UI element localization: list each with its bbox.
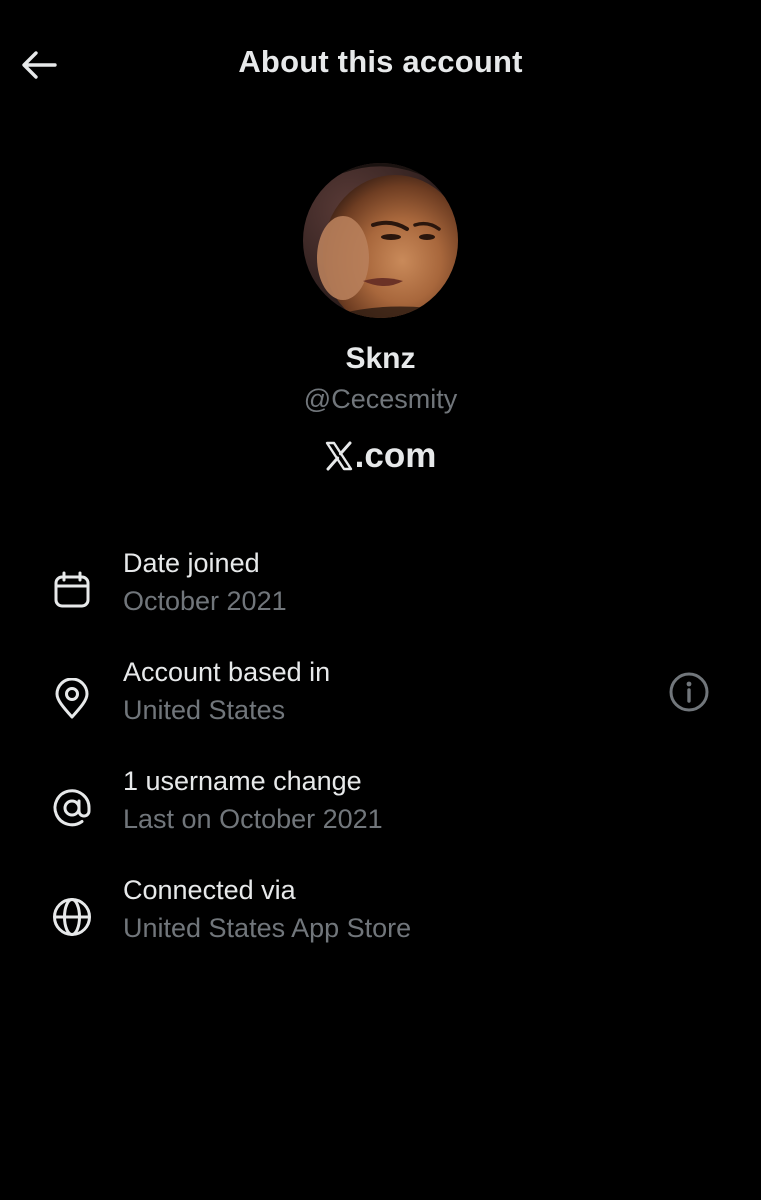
brand-domain: .com xyxy=(0,436,761,476)
detail-label: 1 username change xyxy=(123,766,362,796)
x-logo-icon xyxy=(325,441,353,471)
detail-value: Last on October 2021 xyxy=(123,804,383,834)
header: About this account xyxy=(0,0,761,132)
calendar-icon xyxy=(48,566,96,614)
handle: @Cecesmity xyxy=(303,384,458,414)
detail-row-date-joined: Date joined October 2021 xyxy=(0,548,761,638)
avatar-photo xyxy=(303,163,458,318)
detail-label: Account based in xyxy=(123,657,331,687)
at-sign-icon xyxy=(48,784,96,832)
detail-value: October 2021 xyxy=(123,586,287,616)
detail-label: Date joined xyxy=(123,548,260,578)
display-name: Sknz xyxy=(345,342,416,375)
detail-row-connected-via: Connected via United States App Store xyxy=(0,875,761,965)
info-button[interactable] xyxy=(667,670,711,714)
detail-label: Connected via xyxy=(123,875,296,905)
detail-row-account-based-in: Account based in United States xyxy=(0,657,761,747)
detail-value: United States App Store xyxy=(123,913,412,943)
location-pin-icon xyxy=(48,675,96,723)
brand-suffix: .com xyxy=(354,436,437,475)
page-title: About this account xyxy=(238,44,523,79)
avatar[interactable] xyxy=(303,163,458,318)
globe-icon xyxy=(48,893,96,941)
detail-value: United States xyxy=(123,695,286,725)
info-icon xyxy=(669,672,709,712)
detail-row-username-change: 1 username change Last on October 2021 xyxy=(0,766,761,856)
